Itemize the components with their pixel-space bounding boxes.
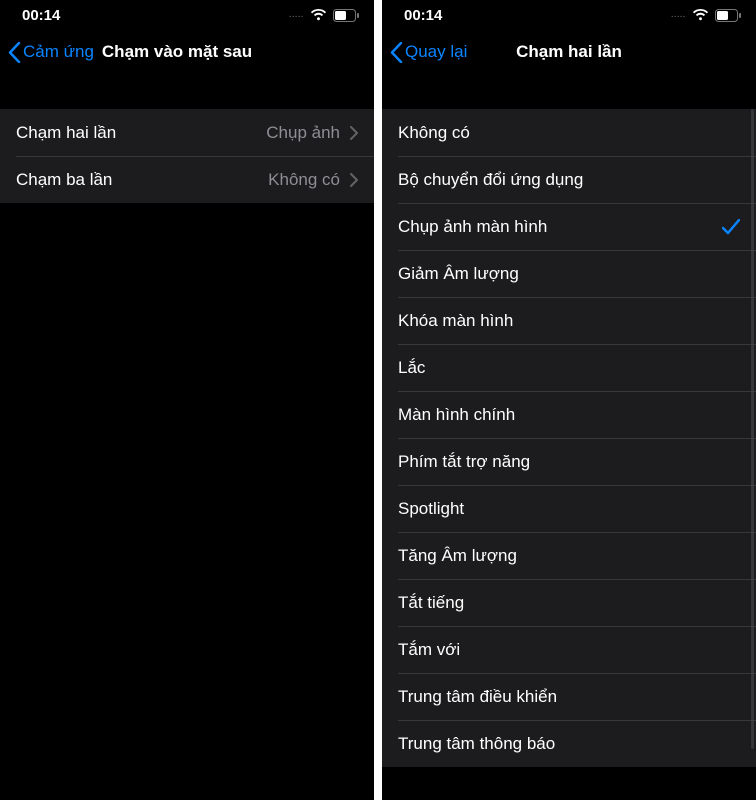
back-label: Quay lại bbox=[405, 42, 467, 62]
battery-icon bbox=[715, 9, 742, 22]
row-double-tap[interactable]: Chạm hai lần Chụp ảnh bbox=[0, 109, 374, 156]
chevron-left-icon bbox=[8, 42, 21, 63]
page-title: Chạm vào mặt sau bbox=[102, 42, 252, 62]
option-row[interactable]: Spotlight bbox=[382, 485, 756, 532]
option-row[interactable]: Trung tâm điều khiển bbox=[382, 673, 756, 720]
chevron-right-icon bbox=[350, 126, 358, 140]
option-label: Khóa màn hình bbox=[398, 311, 513, 331]
option-label: Màn hình chính bbox=[398, 405, 515, 425]
cellular-dots: ..... bbox=[289, 12, 304, 19]
row-label: Chạm hai lần bbox=[16, 123, 116, 143]
back-button[interactable]: Cảm ứng bbox=[8, 42, 94, 63]
option-label: Tắt tiếng bbox=[398, 593, 464, 613]
option-label: Lắc bbox=[398, 358, 425, 378]
option-label: Trung tâm thông báo bbox=[398, 734, 555, 754]
option-row[interactable]: Lắc bbox=[382, 344, 756, 391]
option-label: Tắm với bbox=[398, 640, 460, 660]
status-right: ..... bbox=[671, 9, 742, 22]
option-row[interactable]: Màn hình chính bbox=[382, 391, 756, 438]
double-tap-options: Không có Bộ chuyển đổi ứng dụng Chụp ảnh m… bbox=[382, 109, 756, 767]
status-bar: 00:14 ..... bbox=[0, 0, 374, 30]
status-right: ..... bbox=[289, 9, 360, 22]
nav-bar: Quay lại Chạm hai lần bbox=[382, 30, 756, 74]
option-label: Spotlight bbox=[398, 499, 464, 519]
nav-bar: Cảm ứng Chạm vào mặt sau bbox=[0, 30, 374, 74]
option-label: Phím tắt trợ năng bbox=[398, 452, 530, 472]
wifi-icon bbox=[310, 9, 327, 21]
option-label: Trung tâm điều khiển bbox=[398, 687, 557, 707]
status-bar: 00:14 ..... bbox=[382, 0, 756, 30]
status-time: 00:14 bbox=[22, 7, 60, 24]
screen-back-tap: 00:14 ..... Cảm ứng Chạm vào mặt sau Chạ… bbox=[0, 0, 374, 800]
spacer bbox=[382, 74, 756, 109]
option-label: Giảm Âm lượng bbox=[398, 264, 519, 284]
chevron-right-icon bbox=[350, 173, 358, 187]
status-time: 00:14 bbox=[404, 7, 442, 24]
back-tap-list: Chạm hai lần Chụp ảnh Chạm ba lần Không … bbox=[0, 109, 374, 203]
back-button[interactable]: Quay lại bbox=[390, 42, 467, 63]
cellular-dots: ..... bbox=[671, 12, 686, 19]
scroll-indicator[interactable] bbox=[751, 109, 754, 749]
wifi-icon bbox=[692, 9, 709, 21]
option-row[interactable]: Tắm với bbox=[382, 626, 756, 673]
option-label: Chụp ảnh màn hình bbox=[398, 217, 547, 237]
option-row[interactable]: Tăng Âm lượng bbox=[382, 532, 756, 579]
row-label: Chạm ba lần bbox=[16, 170, 112, 190]
row-triple-tap[interactable]: Chạm ba lần Không có bbox=[0, 156, 374, 203]
page-title: Chạm hai lần bbox=[516, 42, 622, 62]
option-row[interactable]: Trung tâm thông báo bbox=[382, 720, 756, 767]
option-row[interactable]: Khóa màn hình bbox=[382, 297, 756, 344]
option-row[interactable]: Không có bbox=[382, 109, 756, 156]
check-icon bbox=[722, 219, 740, 235]
option-row[interactable]: Giảm Âm lượng bbox=[382, 250, 756, 297]
option-row[interactable]: Tắt tiếng bbox=[382, 579, 756, 626]
row-right: Chụp ảnh bbox=[266, 123, 358, 143]
back-label: Cảm ứng bbox=[23, 42, 94, 62]
option-row[interactable]: Chụp ảnh màn hình bbox=[382, 203, 756, 250]
option-label: Không có bbox=[398, 123, 470, 143]
screen-double-tap: 00:14 ..... Quay lại Chạm hai lần Không … bbox=[382, 0, 756, 800]
spacer bbox=[0, 74, 374, 109]
row-right: Không có bbox=[268, 170, 358, 190]
chevron-left-icon bbox=[390, 42, 403, 63]
battery-icon bbox=[333, 9, 360, 22]
option-row[interactable]: Phím tắt trợ năng bbox=[382, 438, 756, 485]
row-value: Chụp ảnh bbox=[266, 123, 340, 143]
option-label: Tăng Âm lượng bbox=[398, 546, 517, 566]
options-scroll[interactable]: Không có Bộ chuyển đổi ứng dụng Chụp ảnh m… bbox=[382, 109, 756, 800]
option-row[interactable]: Bộ chuyển đổi ứng dụng bbox=[382, 156, 756, 203]
row-value: Không có bbox=[268, 170, 340, 190]
option-label: Bộ chuyển đổi ứng dụng bbox=[398, 170, 583, 190]
